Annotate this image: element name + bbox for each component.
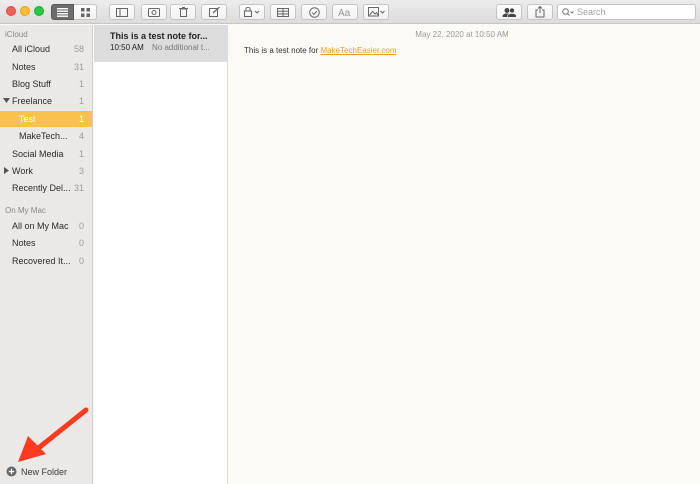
gallery-view-button[interactable] xyxy=(74,4,97,20)
grid-icon xyxy=(80,7,90,17)
folder-blog-stuff[interactable]: Blog Stuff 1 xyxy=(0,76,92,92)
folder-label: Recovered It... xyxy=(12,256,71,266)
zoom-window-button[interactable] xyxy=(34,6,44,16)
folder-count: 1 xyxy=(78,114,84,124)
note-time: 10:50 AM xyxy=(110,43,144,52)
search-field[interactable] xyxy=(557,4,696,20)
compose-icon xyxy=(208,7,220,17)
folder-recently-deleted[interactable]: Recently Del... 31 xyxy=(0,180,92,196)
minimize-window-button[interactable] xyxy=(20,6,30,16)
lock-icon xyxy=(244,7,260,17)
folders-sidebar: iCloud All iCloud 58 Notes 31 Blog Stuff… xyxy=(0,25,93,484)
folder-count: 1 xyxy=(78,79,84,89)
folder-count: 4 xyxy=(78,131,84,141)
checklist-button[interactable] xyxy=(301,4,327,20)
folder-maketech[interactable]: MakeTech... 4 xyxy=(0,128,92,144)
red-arrow-annotation-icon xyxy=(18,407,89,462)
media-button[interactable] xyxy=(363,4,389,20)
text-format-icon: Aa xyxy=(338,8,351,17)
notes-list: This is a test note for... 10:50 AM No a… xyxy=(94,25,228,484)
svg-text:Aa: Aa xyxy=(338,8,351,17)
sidebar-icon xyxy=(116,7,128,17)
folder-label: All iCloud xyxy=(12,44,51,54)
folder-label: Recently Del... xyxy=(12,183,71,193)
list-view-icon xyxy=(57,7,68,17)
folder-recovered-items[interactable]: Recovered It... 0 xyxy=(0,253,92,269)
folder-count: 31 xyxy=(73,62,84,72)
section-header-icloud: iCloud xyxy=(5,30,28,39)
folder-label: Freelance xyxy=(12,96,53,106)
folder-count: 3 xyxy=(78,166,84,176)
folder-all-icloud[interactable]: All iCloud 58 xyxy=(0,41,92,57)
folder-count: 58 xyxy=(73,44,84,54)
list-view-button[interactable] xyxy=(51,4,74,20)
attachments-icon xyxy=(148,7,160,17)
folder-label: Work xyxy=(12,166,33,176)
search-input[interactable] xyxy=(577,7,687,17)
folder-mac-notes[interactable]: Notes 0 xyxy=(0,235,92,251)
note-title: This is a test note for... xyxy=(110,31,208,41)
share-icon xyxy=(535,6,545,18)
close-window-button[interactable] xyxy=(6,6,16,16)
new-folder-button[interactable]: New Folder xyxy=(6,466,67,477)
disclosure-collapsed-icon[interactable] xyxy=(3,167,10,174)
folder-test[interactable]: Test 1 xyxy=(0,111,92,127)
folder-label: MakeTech... xyxy=(19,131,68,141)
people-icon xyxy=(502,7,517,17)
folder-count: 0 xyxy=(78,221,84,231)
note-date: May 22, 2020 at 10:50 AM xyxy=(415,30,509,39)
note-snippet: No additional t... xyxy=(152,43,210,52)
format-button[interactable]: Aa xyxy=(332,4,358,20)
note-body-text: This is a test note for xyxy=(244,46,321,55)
folder-label: Notes xyxy=(12,62,36,72)
note-body[interactable]: This is a test note for MakeTechEasier.c… xyxy=(244,46,397,55)
note-list-item[interactable]: This is a test note for... 10:50 AM No a… xyxy=(94,25,228,62)
folder-notes[interactable]: Notes 31 xyxy=(0,59,92,75)
note-editor[interactable]: May 22, 2020 at 10:50 AM This is a test … xyxy=(229,25,700,484)
folder-label: Test xyxy=(19,114,36,124)
trash-icon xyxy=(178,7,188,17)
folder-count: 0 xyxy=(78,256,84,266)
photo-icon xyxy=(367,7,385,17)
folder-work[interactable]: Work 3 xyxy=(0,163,92,179)
toggle-folders-button[interactable] xyxy=(109,4,135,20)
folder-all-on-my-mac[interactable]: All on My Mac 0 xyxy=(0,218,92,234)
add-people-button[interactable] xyxy=(496,4,522,20)
folder-label: Social Media xyxy=(12,149,64,159)
attachments-button[interactable] xyxy=(141,4,167,20)
delete-button[interactable] xyxy=(170,4,196,20)
folder-label: Notes xyxy=(12,238,36,248)
folder-label: Blog Stuff xyxy=(12,79,51,89)
folder-freelance[interactable]: Freelance 1 xyxy=(0,93,92,109)
folder-count: 31 xyxy=(73,183,84,193)
folder-social-media[interactable]: Social Media 1 xyxy=(0,146,92,162)
toolbar: Aa xyxy=(0,0,700,24)
share-button[interactable] xyxy=(527,4,553,20)
note-link[interactable]: MakeTechEasier.com xyxy=(320,46,396,55)
disclosure-expanded-icon[interactable] xyxy=(3,97,10,104)
new-folder-label: New Folder xyxy=(21,466,68,477)
folder-count: 1 xyxy=(78,149,84,159)
section-header-on-my-mac: On My Mac xyxy=(5,206,46,215)
plus-circle-icon xyxy=(6,466,17,477)
folder-count: 1 xyxy=(78,96,84,106)
search-icon xyxy=(562,7,574,16)
checklist-icon xyxy=(308,6,320,18)
lock-button[interactable] xyxy=(239,4,265,20)
table-button[interactable] xyxy=(270,4,296,20)
table-icon xyxy=(277,7,289,17)
compose-button[interactable] xyxy=(201,4,227,20)
folder-label: All on My Mac xyxy=(12,221,69,231)
folder-count: 0 xyxy=(78,238,84,248)
